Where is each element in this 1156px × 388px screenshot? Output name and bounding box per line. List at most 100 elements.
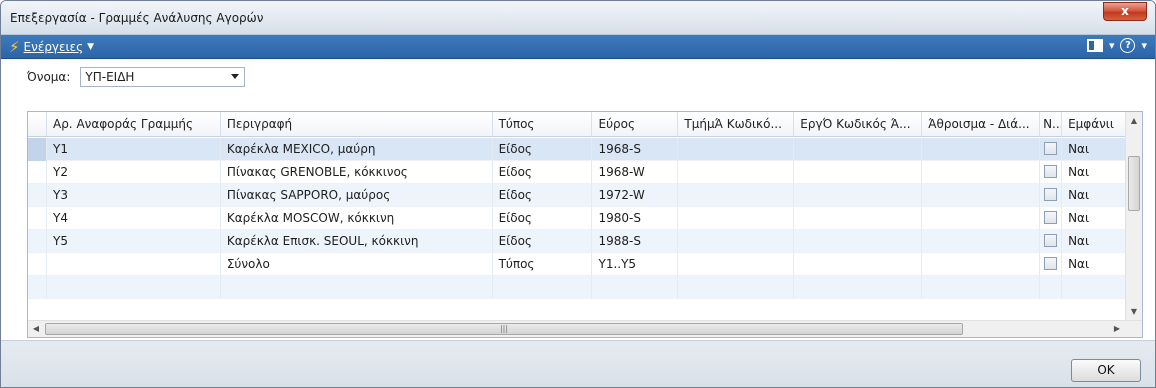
dimension-cell[interactable] bbox=[922, 161, 1041, 184]
type-cell[interactable]: Είδος bbox=[493, 230, 593, 253]
range-cell[interactable]: 1968-W bbox=[592, 161, 679, 184]
close-button[interactable]: x bbox=[1103, 2, 1147, 21]
ref-cell[interactable]: Υ2 bbox=[47, 161, 221, 184]
table-row[interactable] bbox=[28, 276, 1125, 299]
ref-cell[interactable]: Υ1 bbox=[47, 138, 221, 161]
ref-cell[interactable]: Υ5 bbox=[47, 230, 221, 253]
show-cell[interactable]: Ναι bbox=[1062, 230, 1125, 253]
ref-cell[interactable]: Υ4 bbox=[47, 207, 221, 230]
ref-cell[interactable] bbox=[47, 253, 221, 276]
description-cell[interactable]: Πίνακας GRENOBLE, κόκκινος bbox=[221, 161, 493, 184]
show-cell[interactable] bbox=[1062, 276, 1125, 299]
ok-button[interactable]: OK bbox=[1071, 359, 1141, 382]
horizontal-scroll-thumb[interactable]: ||| bbox=[45, 323, 963, 335]
description-cell[interactable]: Καρέκλα MEXICO, μαύρη bbox=[221, 138, 493, 161]
chevron-down-icon[interactable]: ▾ bbox=[1109, 39, 1115, 52]
range-cell[interactable]: Υ1..Υ5 bbox=[592, 253, 679, 276]
checkbox[interactable] bbox=[1044, 142, 1058, 155]
type-cell[interactable]: Τύπος bbox=[493, 253, 593, 276]
dimension-cell[interactable] bbox=[678, 184, 795, 207]
show-cell[interactable]: Ναι bbox=[1062, 207, 1125, 230]
table-row[interactable]: Υ4 Καρέκλα MOSCOW, κόκκινη Είδος 1980-S … bbox=[28, 207, 1125, 230]
dimension-cell[interactable] bbox=[794, 184, 923, 207]
table-row[interactable]: Σύνολο Τύπος Υ1..Υ5 Ναι bbox=[28, 253, 1125, 276]
description-cell[interactable] bbox=[221, 276, 493, 299]
show-cell[interactable]: Ναι bbox=[1062, 184, 1125, 207]
range-cell[interactable] bbox=[592, 276, 679, 299]
dimension-cell[interactable] bbox=[678, 276, 795, 299]
dimension-cell[interactable] bbox=[678, 253, 795, 276]
row-selector[interactable] bbox=[28, 161, 47, 184]
column-header[interactable]: Εύρος bbox=[592, 112, 679, 137]
type-cell[interactable]: Είδος bbox=[493, 161, 593, 184]
row-selector[interactable] bbox=[28, 184, 47, 207]
dimension-cell[interactable] bbox=[922, 276, 1041, 299]
table-row[interactable]: Υ1 Καρέκλα MEXICO, μαύρη Είδος 1968-S Να… bbox=[28, 138, 1125, 161]
help-icon[interactable]: ? bbox=[1120, 38, 1136, 53]
layout-icon[interactable] bbox=[1086, 39, 1103, 52]
horizontal-scrollbar[interactable]: ◀ ||| ▶ bbox=[28, 320, 1142, 337]
range-cell[interactable]: 1988-S bbox=[592, 230, 679, 253]
new-page-cell[interactable] bbox=[1040, 276, 1063, 299]
row-selector[interactable] bbox=[28, 276, 47, 299]
table-row[interactable]: Υ3 Πίνακας SAPPORO, μαύρος Είδος 1972-W … bbox=[28, 184, 1125, 207]
dimension-cell[interactable] bbox=[922, 207, 1041, 230]
dimension-cell[interactable] bbox=[678, 207, 795, 230]
dimension-cell[interactable] bbox=[922, 253, 1041, 276]
range-cell[interactable]: 1980-S bbox=[592, 207, 679, 230]
type-cell[interactable] bbox=[493, 276, 593, 299]
scroll-left-icon[interactable]: ◀ bbox=[28, 321, 44, 337]
ref-cell[interactable]: Υ3 bbox=[47, 184, 221, 207]
checkbox[interactable] bbox=[1044, 257, 1058, 270]
chevron-down-icon[interactable]: ▾ bbox=[1141, 39, 1147, 52]
row-selector[interactable] bbox=[28, 207, 47, 230]
row-selector[interactable] bbox=[28, 230, 47, 253]
range-cell[interactable]: 1968-S bbox=[592, 138, 679, 161]
type-cell[interactable]: Είδος bbox=[493, 207, 593, 230]
description-cell[interactable]: Καρέκλα Επισκ. SEOUL, κόκκινη bbox=[221, 230, 493, 253]
show-cell[interactable]: Ναι bbox=[1062, 253, 1125, 276]
vertical-scrollbar[interactable]: ▲ ▼ bbox=[1125, 112, 1142, 320]
scroll-right-icon[interactable]: ▶ bbox=[1109, 321, 1125, 337]
range-cell[interactable]: 1972-W bbox=[592, 184, 679, 207]
column-header[interactable]: Τύπος bbox=[493, 112, 593, 137]
dimension-cell[interactable] bbox=[678, 161, 795, 184]
dimension-cell[interactable] bbox=[922, 138, 1041, 161]
table-row[interactable]: Υ2 Πίνακας GRENOBLE, κόκκινος Είδος 1968… bbox=[28, 161, 1125, 184]
dimension-cell[interactable] bbox=[794, 207, 923, 230]
dimension-cell[interactable] bbox=[794, 276, 923, 299]
dimension-cell[interactable] bbox=[922, 184, 1041, 207]
actions-menu[interactable]: ⚡ Ενέργειες ▼ bbox=[9, 38, 94, 56]
checkbox[interactable] bbox=[1044, 234, 1058, 247]
checkbox[interactable] bbox=[1044, 188, 1058, 201]
vertical-scroll-thumb[interactable] bbox=[1128, 156, 1140, 211]
column-header[interactable]: Αρ. Αναφοράς Γραμμής bbox=[47, 112, 221, 137]
dimension-cell[interactable] bbox=[922, 230, 1041, 253]
column-header[interactable]: Περιγραφή bbox=[221, 112, 493, 137]
scroll-up-icon[interactable]: ▲ bbox=[1126, 112, 1142, 129]
dimension-cell[interactable] bbox=[794, 230, 923, 253]
name-select[interactable]: ΥΠ-ΕΙΔΗ bbox=[80, 67, 246, 87]
dimension-cell[interactable] bbox=[678, 138, 795, 161]
dimension-cell[interactable] bbox=[794, 253, 923, 276]
checkbox[interactable] bbox=[1044, 211, 1058, 224]
ref-cell[interactable] bbox=[47, 276, 221, 299]
column-header[interactable]: ΤμήμΆ Κωδικό... bbox=[678, 112, 795, 137]
description-cell[interactable]: Καρέκλα MOSCOW, κόκκινη bbox=[221, 207, 493, 230]
column-header[interactable]: Εμφάνιι bbox=[1062, 112, 1125, 137]
show-cell[interactable]: Ναι bbox=[1062, 161, 1125, 184]
checkbox[interactable] bbox=[1044, 165, 1058, 178]
type-cell[interactable]: Είδος bbox=[493, 184, 593, 207]
scroll-down-icon[interactable]: ▼ bbox=[1126, 303, 1142, 320]
table-row[interactable]: Υ5 Καρέκλα Επισκ. SEOUL, κόκκινη Είδος 1… bbox=[28, 230, 1125, 253]
description-cell[interactable]: Σύνολο bbox=[221, 253, 493, 276]
row-selector[interactable] bbox=[28, 253, 47, 276]
dimension-cell[interactable] bbox=[794, 161, 923, 184]
dimension-cell[interactable] bbox=[794, 138, 923, 161]
row-selector[interactable] bbox=[28, 138, 47, 161]
column-header[interactable]: Ν... bbox=[1040, 112, 1063, 137]
type-cell[interactable]: Είδος bbox=[493, 138, 593, 161]
dimension-cell[interactable] bbox=[678, 230, 795, 253]
show-cell[interactable]: Ναι bbox=[1062, 138, 1125, 161]
description-cell[interactable]: Πίνακας SAPPORO, μαύρος bbox=[221, 184, 493, 207]
